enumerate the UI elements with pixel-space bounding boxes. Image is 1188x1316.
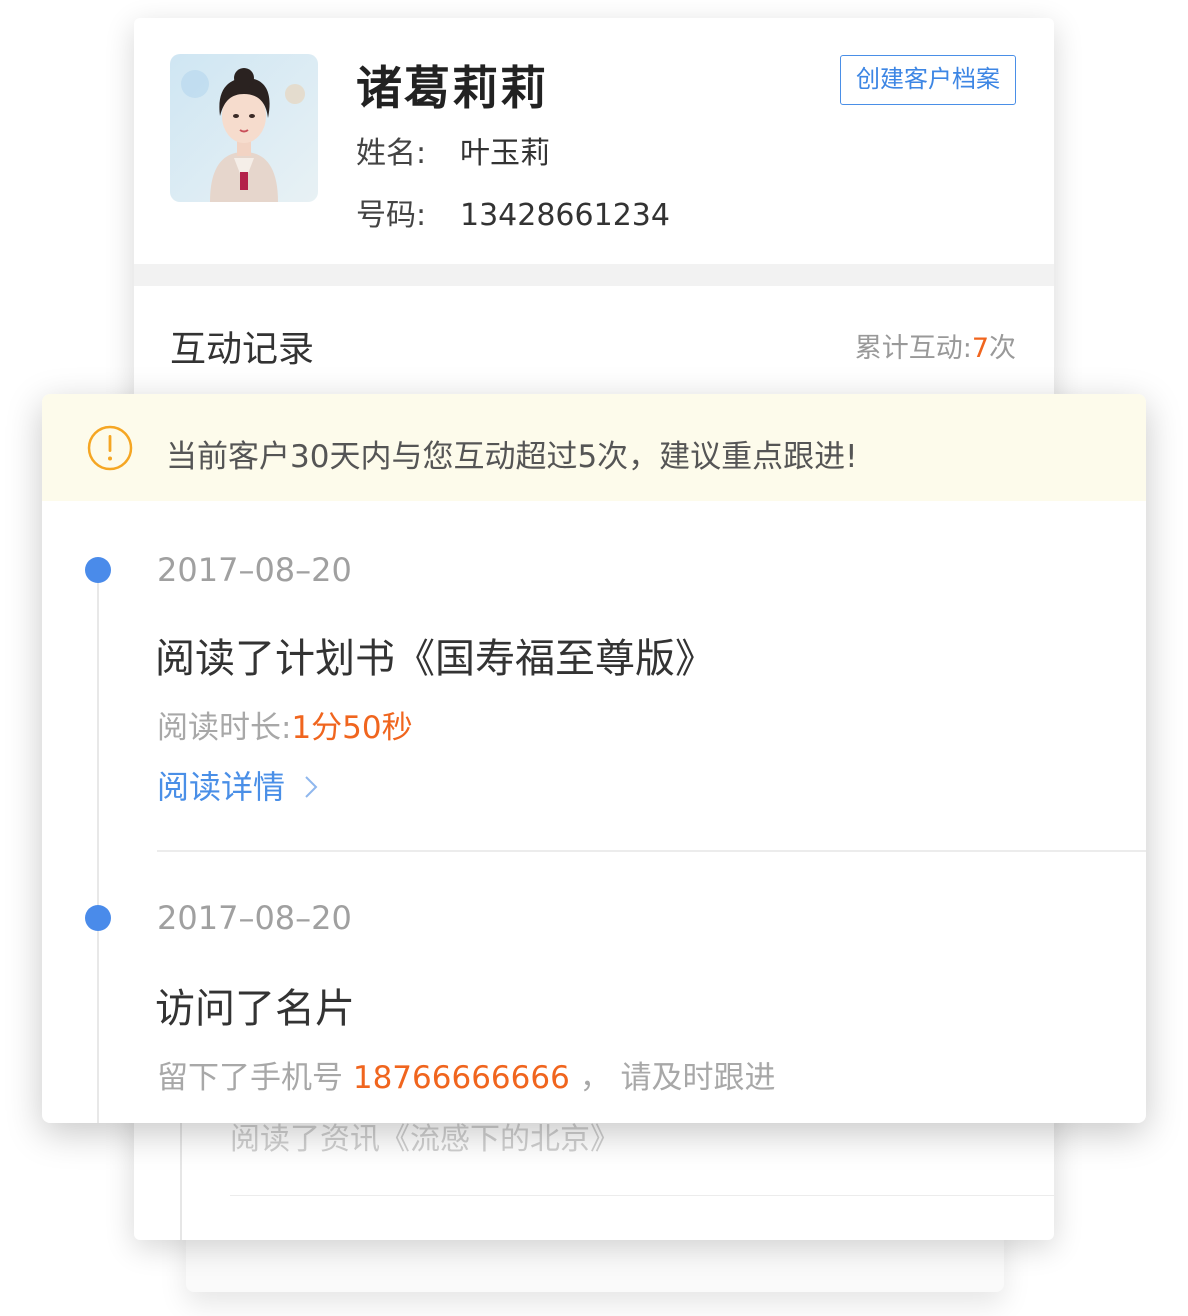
item-separator — [230, 1195, 1054, 1196]
event-title: 访问了名片 — [155, 986, 355, 1032]
warning-icon — [86, 424, 134, 472]
total-interactions: 累计互动:7次 — [855, 326, 1016, 365]
name-label: 姓名: — [356, 136, 427, 171]
detail-prefix: 留下了手机号 — [157, 1060, 343, 1096]
timeline-dot — [85, 557, 111, 583]
event-date: 2017–08–20 — [157, 899, 352, 937]
create-customer-profile-button[interactable]: 创建客户档案 — [840, 55, 1016, 105]
reading-duration: 阅读时长:1分50秒 — [157, 702, 413, 747]
total-label: 累计互动: — [854, 333, 972, 364]
timeline-line — [97, 568, 99, 1123]
reading-details-link[interactable]: 阅读详情 — [157, 762, 319, 808]
left-phone-number: 18766666666 — [352, 1060, 570, 1096]
total-count-value: 7 — [971, 333, 989, 364]
event-date: 2017–08–20 — [157, 551, 352, 589]
name-value: 叶玉莉 — [460, 136, 550, 171]
item-separator — [157, 850, 1146, 852]
reading-details-label: 阅读详情 — [157, 768, 286, 806]
duration-label: 阅读时长: — [157, 710, 292, 746]
customer-display-name: 诸葛莉莉 — [356, 61, 548, 115]
customer-name-row: 姓名: 叶玉莉 — [356, 128, 550, 172]
event-title: 阅读了计划书《国寿福至尊版》 — [155, 636, 715, 682]
timeline-dot — [85, 905, 111, 931]
left-phone-detail: 留下了手机号 18766666666 ， 请及时跟进 — [157, 1052, 776, 1097]
chevron-right-icon — [303, 772, 319, 805]
timeline-line — [180, 1118, 182, 1240]
interaction-records-title: 互动记录 — [170, 329, 315, 370]
notice-text: 当前客户30天内与您互动超过5次，建议重点跟进! — [166, 439, 858, 475]
total-unit: 次 — [989, 333, 1016, 364]
phone-label: 号码: — [356, 198, 427, 233]
duration-value: 1分50秒 — [291, 710, 413, 746]
section-divider — [134, 264, 1054, 286]
avatar — [170, 54, 318, 202]
detail-suffix: ， 请及时跟进 — [579, 1060, 776, 1096]
interaction-popup-card: 当前客户30天内与您互动超过5次，建议重点跟进! 2017–08–20 阅读了计… — [42, 394, 1146, 1123]
follow-up-notice: 当前客户30天内与您互动超过5次，建议重点跟进! — [42, 394, 1146, 501]
phone-value: 13428661234 — [460, 198, 670, 233]
customer-phone-row: 号码: 13428661234 — [356, 190, 670, 234]
